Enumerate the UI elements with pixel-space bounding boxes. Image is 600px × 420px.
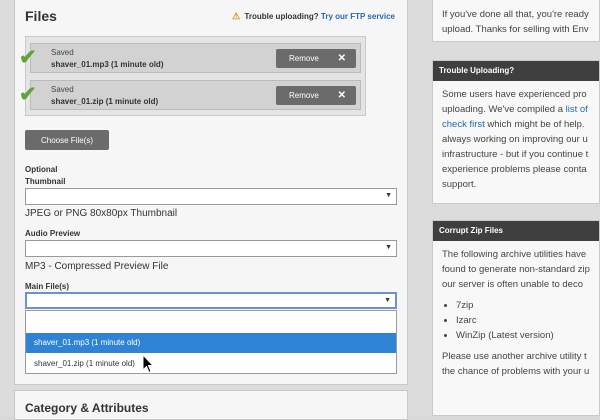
trouble-line: check first which might be of help.: [442, 117, 590, 132]
choose-files-button[interactable]: Choose File(s): [25, 130, 109, 150]
dropdown-option[interactable]: shaver_01.zip (1 minute old): [26, 354, 396, 374]
upload-file-name: shaver_01.zip (1 minute old): [51, 97, 159, 106]
thumbnail-select[interactable]: ▼: [25, 188, 397, 205]
audio-preview-select[interactable]: ▼: [25, 240, 397, 257]
ready-line: If you've done all that, you're ready: [442, 9, 589, 20]
upload-item: ✔ Saved shaver_01.zip (1 minute old) Rem…: [19, 80, 361, 110]
trouble-line: experience problems please conta: [442, 164, 587, 175]
thumbnail-label-text: Thumbnail: [25, 177, 66, 186]
audio-preview-help: MP3 - Compressed Preview File: [25, 261, 169, 272]
corrupt-box-body: The following archive utilities have fou…: [433, 241, 599, 385]
ready-info-box: If you've done all that, you're ready up…: [432, 0, 600, 42]
files-title: Files: [25, 8, 57, 24]
check-first-link[interactable]: check first: [442, 119, 485, 130]
chevron-down-icon: ▼: [385, 192, 392, 199]
trouble-text: which might be of help.: [484, 119, 585, 130]
mouse-cursor-icon: [142, 354, 154, 374]
files-panel: Files ⚠ Trouble uploading? Try our FTP s…: [14, 0, 408, 385]
corrupt-box-title: Corrupt Zip Files: [433, 221, 599, 241]
trouble-line: always working on improving our u: [442, 134, 588, 145]
remove-label: Remove: [289, 54, 319, 63]
warning-icon: ⚠: [232, 11, 241, 21]
chevron-down-icon: ▼: [384, 297, 391, 304]
dropdown-option[interactable]: shaver_01.mp3 (1 minute old): [26, 333, 396, 353]
trouble-line: uploading. We've compiled a list of: [442, 102, 590, 117]
ready-info-text: If you've done all that, you're ready up…: [433, 0, 599, 43]
corrupt-line: Please use another archive utility t: [442, 351, 587, 362]
checkmark-icon: ✔: [19, 83, 37, 106]
corrupt-line: The following archive utilities have: [442, 249, 587, 260]
trouble-box-body: Some users have experienced pro uploadin…: [433, 81, 599, 198]
remove-button[interactable]: Remove ✕: [276, 49, 356, 68]
category-title: Category & Attributes: [25, 401, 149, 415]
corrupt-line: found to generate non-standard zip: [442, 264, 590, 275]
trouble-text: uploading. We've compiled a: [442, 104, 566, 115]
corrupt-zip-box: Corrupt Zip Files The following archive …: [432, 220, 600, 416]
main-files-select[interactable]: ▼: [25, 292, 397, 309]
trouble-line: infrastructure - but if you continue t: [442, 149, 589, 160]
corrupt-line: the chance of problems with your u: [442, 366, 590, 377]
close-icon: ✕: [337, 53, 346, 64]
trouble-line: support.: [442, 179, 477, 190]
thumbnail-help: JPEG or PNG 80x80px Thumbnail: [25, 208, 178, 219]
sidebar: If you've done all that, you're ready up…: [432, 0, 600, 416]
uploaded-files-list: ✔ Saved shaver_01.mp3 (1 minute old) Rem…: [19, 36, 366, 116]
remove-button[interactable]: Remove ✕: [276, 86, 356, 105]
corrupt-line: our server is often unable to deco: [442, 279, 584, 290]
upload-file-name: shaver_01.mp3 (1 minute old): [51, 60, 164, 69]
ftp-service-link[interactable]: Try our FTP service: [321, 12, 395, 21]
checkmark-icon: ✔: [19, 46, 37, 69]
page-frame: Files ⚠ Trouble uploading? Try our FTP s…: [0, 0, 600, 420]
trouble-line: Some users have experienced pro: [442, 89, 587, 100]
archive-tools-list: 7zip Izarc WinZip (Latest version): [442, 298, 590, 343]
audio-preview-label: Audio Preview: [25, 229, 81, 238]
close-icon: ✕: [337, 90, 346, 101]
list-link[interactable]: list of: [566, 104, 588, 115]
list-item: 7zip: [456, 298, 590, 313]
trouble-box-title: Trouble Uploading?: [433, 61, 599, 81]
list-item: WinZip (Latest version): [456, 328, 590, 343]
upload-status: Saved: [51, 48, 74, 57]
trouble-uploading-box: Trouble Uploading? Some users have exper…: [432, 60, 600, 204]
thumbnail-label: Optional Thumbnail: [25, 164, 65, 188]
dropdown-option-blank[interactable]: [26, 311, 396, 331]
ready-line: upload. Thanks for selling with Env: [442, 24, 589, 35]
trouble-text: Trouble uploading?: [244, 12, 319, 21]
upload-status: Saved: [51, 85, 74, 94]
thumbnail-label-optional: Optional: [25, 165, 58, 174]
list-item: Izarc: [456, 313, 590, 328]
main-files-dropdown: shaver_01.mp3 (1 minute old) shaver_01.z…: [25, 310, 397, 374]
remove-label: Remove: [289, 91, 319, 100]
upload-item: ✔ Saved shaver_01.mp3 (1 minute old) Rem…: [19, 43, 361, 73]
trouble-uploading-note: ⚠ Trouble uploading? Try our FTP service: [232, 11, 395, 22]
chevron-down-icon: ▼: [385, 244, 392, 251]
